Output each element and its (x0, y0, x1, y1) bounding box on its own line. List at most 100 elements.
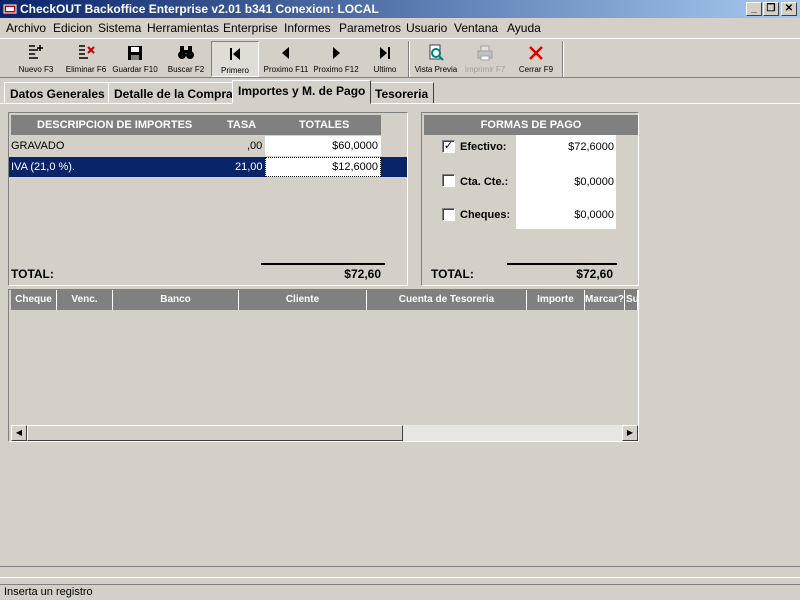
importes-total-label: TOTAL: (11, 267, 54, 281)
imprimir-button[interactable]: Imprimir F7 (462, 41, 508, 77)
importe-tasa: ,00 (247, 140, 263, 152)
importe-descripcion: IVA (21,0 %). (11, 161, 75, 173)
primero-button[interactable]: Primero (211, 41, 259, 77)
buscar-button[interactable]: Buscar F2 (163, 41, 209, 77)
scroll-right-button[interactable]: ▶ (622, 425, 638, 441)
proximo-f11-button[interactable]: Proximo F11 (262, 41, 310, 77)
status-bar: Inserta un registro (0, 584, 800, 600)
efectivo-checkbox[interactable]: ✓ (442, 140, 455, 153)
scroll-thumb[interactable] (27, 425, 403, 441)
tab-page-border (0, 103, 800, 104)
tab-datos-generales[interactable]: Datos Generales (4, 82, 111, 104)
new-record-icon (29, 45, 43, 59)
proximo-f11-label: Proximo F11 (263, 65, 309, 74)
bottom-divider (0, 566, 800, 578)
close-x-icon (529, 46, 543, 60)
tab-tesoreria[interactable]: Tesoreria (369, 82, 435, 104)
menu-informes[interactable]: Informes (284, 21, 331, 35)
minimize-icon: _ (751, 3, 757, 14)
tab-importes-pago[interactable]: Importes y M. de Pago (232, 80, 372, 104)
formas-pago-header: FORMAS DE PAGO (424, 115, 638, 135)
importe-total-cell[interactable]: $12,6000 (265, 157, 381, 177)
restore-button[interactable]: ❐ (763, 2, 779, 16)
menu-sistema[interactable]: Sistema (98, 21, 141, 35)
proximo-f12-button[interactable]: Proximo F12 (311, 41, 361, 77)
suc-column-header[interactable]: Suc (625, 290, 638, 310)
importes-total-value: $72,60 (344, 267, 381, 281)
primero-label: Primero (220, 66, 249, 75)
importe-descripcion: GRAVADO (11, 140, 65, 152)
nuevo-button[interactable]: Nuevo F3 (12, 41, 60, 77)
tab-strip: Datos Generales Detalle de la Compra Imp… (0, 80, 800, 104)
menu-bar: Archivo Edicion Sistema Herramientas Ent… (0, 18, 800, 38)
title-bar: CheckOUT Backoffice Enterprise v2.01 b34… (0, 0, 800, 18)
importe-column-header[interactable]: Importe (527, 290, 585, 310)
buscar-label: Buscar F2 (167, 65, 205, 74)
eliminar-label: Eliminar F6 (65, 65, 107, 74)
formas-pago-title: FORMAS DE PAGO (480, 119, 582, 131)
delete-record-icon (79, 45, 95, 59)
printer-icon (477, 45, 493, 61)
menu-ventana[interactable]: Ventana (454, 21, 498, 35)
importes-header: DESCRIPCION DE IMPORTES TASA TOTALES (11, 115, 381, 135)
menu-enterprise[interactable]: Enterprise (223, 21, 278, 35)
cerrar-button[interactable]: Cerrar F9 (514, 41, 558, 77)
eliminar-button[interactable]: Eliminar F6 (62, 41, 110, 77)
formas-pago-total-label: TOTAL: (431, 267, 474, 281)
menu-usuario[interactable]: Usuario (406, 21, 447, 35)
nuevo-label: Nuevo F3 (18, 65, 54, 74)
arrow-right-icon: ▶ (626, 428, 634, 437)
menu-parametros[interactable]: Parametros (339, 21, 401, 35)
importes-total-line (261, 263, 385, 265)
grid-horizontal-scrollbar[interactable]: ◀ ▶ (11, 425, 638, 441)
importe-total: $60,0000 (332, 140, 378, 152)
importe-row[interactable]: GRAVADO ,00 $60,0000 (9, 136, 407, 156)
vista-previa-button[interactable]: Vista Previa (413, 41, 459, 77)
cliente-column-header[interactable]: Cliente (239, 290, 367, 310)
totales-column-header: TOTALES (299, 119, 350, 131)
app-icon (3, 4, 17, 14)
menu-ayuda[interactable]: Ayuda (507, 21, 541, 35)
restore-icon: ❐ (766, 3, 776, 14)
efectivo-label: Efectivo: (460, 141, 507, 153)
minimize-button[interactable]: _ (746, 2, 762, 16)
banco-column-header[interactable]: Banco (113, 290, 239, 310)
venc-column-header[interactable]: Venc. (57, 290, 113, 310)
cta-cte-checkbox[interactable] (442, 174, 455, 187)
vista-previa-label: Vista Previa (414, 65, 458, 74)
menu-edicion[interactable]: Edicion (53, 21, 92, 35)
descripcion-column-header: DESCRIPCION DE IMPORTES (37, 119, 193, 131)
tab-detalle-compra[interactable]: Detalle de la Compra (108, 82, 239, 104)
marcar-column-header[interactable]: Marcar? (585, 290, 625, 310)
tasa-column-header: TASA (227, 119, 257, 131)
cheques-checkbox[interactable] (442, 208, 455, 221)
scroll-left-button[interactable]: ◀ (11, 425, 27, 441)
arrow-left-icon: ◀ (15, 428, 23, 437)
guardar-label: Guardar F10 (112, 65, 158, 74)
cerrar-label: Cerrar F9 (518, 65, 554, 74)
formas-pago-total-line (507, 263, 617, 265)
cta-cte-value[interactable]: $0,0000 (518, 176, 614, 188)
close-icon: ✕ (784, 3, 794, 14)
close-window-button[interactable]: ✕ (781, 2, 797, 16)
window-title: CheckOUT Backoffice Enterprise v2.01 b34… (20, 2, 379, 16)
print-preview-icon (429, 44, 444, 61)
guardar-button[interactable]: Guardar F10 (111, 41, 159, 77)
next-record-icon (333, 47, 340, 59)
cheque-column-header[interactable]: Cheque (11, 290, 57, 310)
importe-total-cell[interactable]: $60,0000 (265, 136, 381, 156)
importe-row-selected[interactable]: IVA (21,0 %). 21,00 $12,6000 (9, 157, 407, 177)
save-disk-icon (128, 46, 142, 60)
menu-herramientas[interactable]: Herramientas (147, 21, 219, 35)
imprimir-label: Imprimir F7 (464, 65, 506, 74)
last-record-icon (380, 47, 390, 59)
cheques-label: Cheques: (460, 209, 511, 221)
importes-panel: DESCRIPCION DE IMPORTES TASA TOTALES GRA… (8, 112, 408, 286)
cuenta-tesoreria-column-header[interactable]: Cuenta de Tesoreria (367, 290, 527, 310)
menu-archivo[interactable]: Archivo (6, 21, 46, 35)
efectivo-value[interactable]: $72,6000 (518, 141, 614, 153)
cheques-value[interactable]: $0,0000 (518, 209, 614, 221)
toolbar-separator (408, 41, 410, 77)
ultimo-button[interactable]: Ultimo (364, 41, 406, 77)
ultimo-label: Ultimo (373, 65, 397, 74)
